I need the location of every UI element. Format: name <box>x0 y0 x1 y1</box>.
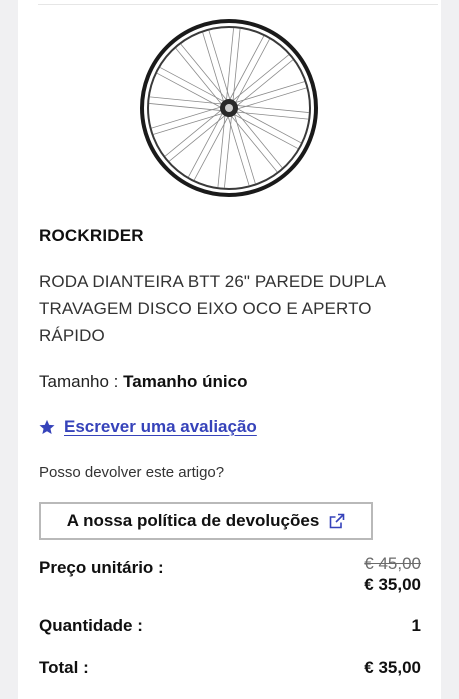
star-icon <box>39 419 55 435</box>
total-label: Total : <box>39 658 89 677</box>
unit-price-label: Preço unitário : <box>39 558 164 577</box>
price-block: € 45,00 € 35,00 <box>364 554 421 596</box>
size-value: Tamanho único <box>123 372 248 391</box>
quantity-row: Quantidade : 1 <box>39 616 421 636</box>
unit-price-row: Preço unitário : € 45,00 € 35,00 <box>39 554 421 594</box>
current-price: € 35,00 <box>364 575 421 594</box>
size-row: Tamanho : Tamanho único <box>39 372 247 392</box>
external-link-icon <box>329 513 345 529</box>
bicycle-wheel-image <box>140 19 318 197</box>
product-card: ROCKRIDER RODA DIANTEIRA BTT 26" PAREDE … <box>18 0 441 699</box>
write-review-label[interactable]: Escrever uma avaliação <box>64 417 257 437</box>
return-policy-label[interactable]: A nossa política de devoluções <box>67 511 320 531</box>
size-label: Tamanho : <box>39 372 119 391</box>
total-value: € 35,00 <box>364 658 421 677</box>
write-review-link[interactable]: Escrever uma avaliação <box>38 417 257 437</box>
old-price: € 45,00 <box>364 554 421 573</box>
quantity-label: Quantidade : <box>39 616 143 635</box>
divider <box>38 4 438 5</box>
return-question: Posso devolver este artigo? <box>39 464 225 481</box>
return-policy-button[interactable]: A nossa política de devoluções <box>39 502 373 540</box>
total-row: Total : € 35,00 <box>39 658 421 678</box>
quantity-value: 1 <box>411 616 421 635</box>
product-title: RODA DIANTEIRA BTT 26" PAREDE DUPLA TRAV… <box>39 272 386 345</box>
product-brand: ROCKRIDER <box>39 226 144 245</box>
